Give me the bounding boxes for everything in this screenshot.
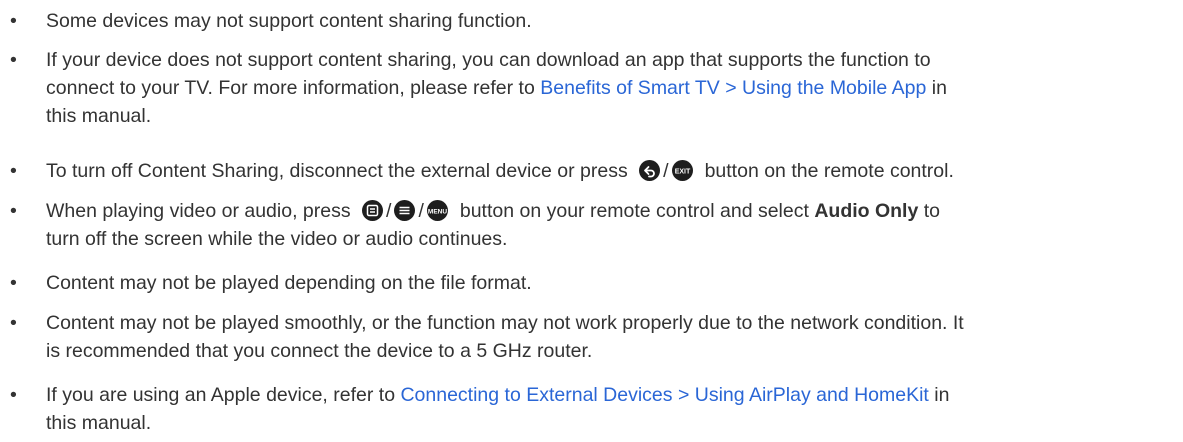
item-text: button on your remote control and select: [459, 200, 815, 222]
svg-text:EXIT: EXIT: [674, 168, 690, 175]
item-text: this manual.: [46, 412, 152, 434]
item-text: to: [918, 200, 941, 222]
item-text: button on the remote control.: [704, 160, 954, 182]
menu-lines-icon: [394, 200, 416, 221]
bullet: •: [10, 312, 17, 334]
item-text: in: [928, 384, 950, 406]
bullet: •: [10, 49, 17, 71]
item-text: connect to your TV. For more information…: [46, 77, 541, 99]
bullet: •: [10, 272, 17, 294]
item-text: Some devices may not support content sha…: [46, 10, 532, 32]
bullet: •: [10, 384, 17, 406]
benefits-smart-tv-link[interactable]: Benefits of Smart TV > Using the Mobile …: [540, 77, 926, 99]
item-text: If your device does not support content …: [46, 49, 931, 71]
slash: /: [386, 200, 392, 222]
item-text: Content may not be played smoothly, or t…: [46, 312, 964, 334]
item-text: is recommended that you connect the devi…: [46, 340, 593, 362]
item-text: turn off the screen while the video or a…: [46, 228, 508, 250]
slash: /: [663, 160, 669, 182]
item-text: If you are using an Apple device, refer …: [46, 384, 401, 406]
item-text: Content may not be played depending on t…: [46, 272, 532, 294]
slash: /: [418, 200, 424, 222]
return-icon: [639, 160, 661, 181]
item-text: in: [926, 77, 947, 99]
bullet: •: [10, 10, 17, 32]
airplay-homekit-link[interactable]: Connecting to External Devices > Using A…: [400, 384, 928, 406]
audio-only-label: Audio Only: [814, 200, 919, 222]
options-icon: [362, 200, 384, 221]
svg-text:MENU: MENU: [428, 208, 447, 215]
bullet: •: [10, 200, 17, 222]
menu-icon: MENU: [426, 200, 448, 221]
item-text: this manual.: [46, 105, 152, 127]
bullet: •: [10, 160, 17, 182]
exit-icon: EXIT: [671, 160, 693, 181]
item-text: When playing video or audio, press: [46, 200, 351, 222]
item-text: To turn off Content Sharing, disconnect …: [46, 160, 628, 182]
